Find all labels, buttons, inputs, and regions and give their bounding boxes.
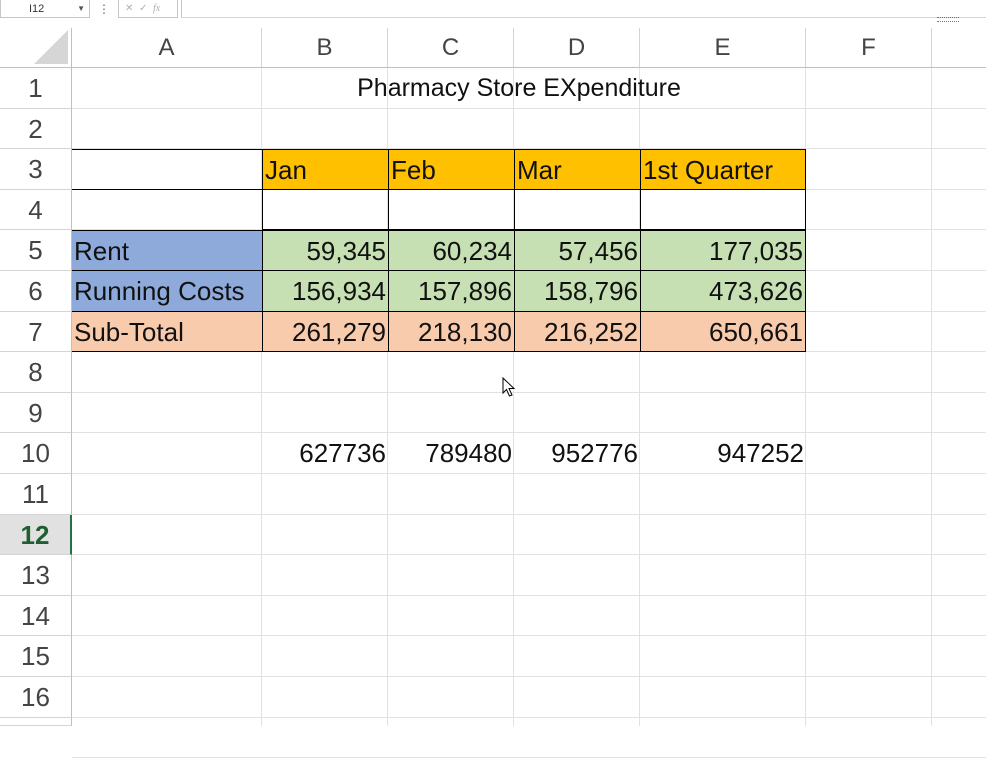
row-header-5[interactable]: 5 bbox=[0, 230, 72, 271]
empty-table-cell[interactable] bbox=[388, 190, 514, 230]
row-header-12[interactable]: 12 bbox=[0, 515, 72, 555]
fx-icon[interactable]: fx bbox=[153, 0, 160, 18]
row-label-cell[interactable]: Sub-Total bbox=[72, 312, 262, 352]
value-cell[interactable]: 177,035 bbox=[640, 230, 806, 271]
formula-bar-resize-handle[interactable] bbox=[937, 17, 959, 22]
column-header-partial[interactable] bbox=[932, 28, 986, 68]
row-label-cell[interactable]: Rent bbox=[72, 230, 262, 271]
name-box-value: I12 bbox=[29, 3, 45, 15]
month-header-cell[interactable]: Feb bbox=[388, 149, 514, 190]
row10-value-cell[interactable]: 789480 bbox=[388, 433, 514, 474]
gridline-horizontal bbox=[72, 554, 986, 555]
row-header-16[interactable]: 16 bbox=[0, 677, 72, 718]
value-cell[interactable]: 650,661 bbox=[640, 312, 806, 352]
row-header-13[interactable]: 13 bbox=[0, 555, 72, 596]
row-header-7[interactable]: 7 bbox=[0, 312, 72, 352]
select-all-corner[interactable] bbox=[0, 28, 72, 68]
row10-value-cell[interactable]: 627736 bbox=[262, 433, 388, 474]
row-header-3[interactable]: 3 bbox=[0, 149, 72, 190]
value-cell[interactable]: 157,896 bbox=[388, 271, 514, 312]
month-header-cell[interactable]: Jan bbox=[262, 149, 388, 190]
more-options-icon[interactable]: ⋮ bbox=[98, 0, 110, 18]
gridline-vertical bbox=[931, 68, 932, 726]
row-label-cell[interactable]: Running Costs bbox=[72, 271, 262, 312]
gridline-horizontal bbox=[72, 595, 986, 596]
check-icon[interactable]: ✓ bbox=[139, 0, 147, 18]
formula-bar: I12 ▼ ⋮ ✕ ✓ fx bbox=[0, 0, 986, 22]
value-cell[interactable]: 59,345 bbox=[262, 230, 388, 271]
row-header-8[interactable]: 8 bbox=[0, 352, 72, 393]
column-header-c[interactable]: C bbox=[388, 28, 514, 68]
empty-table-cell[interactable] bbox=[514, 190, 640, 230]
row-header-2[interactable]: 2 bbox=[0, 109, 72, 149]
row-header-partial[interactable] bbox=[0, 718, 72, 726]
empty-table-cell[interactable] bbox=[262, 190, 388, 230]
row-header-14[interactable]: 14 bbox=[0, 596, 72, 636]
gridline-horizontal bbox=[72, 676, 986, 677]
column-header-a[interactable]: A bbox=[72, 28, 262, 68]
column-header-d[interactable]: D bbox=[514, 28, 640, 68]
select-all-triangle-icon bbox=[34, 30, 68, 64]
gridline-horizontal bbox=[72, 514, 986, 515]
cell-a3[interactable] bbox=[72, 149, 262, 190]
name-box[interactable]: I12 ▼ bbox=[0, 0, 90, 18]
value-cell[interactable]: 216,252 bbox=[514, 312, 640, 352]
row-header-11[interactable]: 11 bbox=[0, 474, 72, 515]
row-header-4[interactable]: 4 bbox=[0, 190, 72, 230]
row-header-15[interactable]: 15 bbox=[0, 636, 72, 677]
month-header-cell[interactable]: Mar bbox=[514, 149, 640, 190]
value-cell[interactable]: 158,796 bbox=[514, 271, 640, 312]
mouse-cursor-icon bbox=[502, 377, 516, 397]
column-header-f[interactable]: F bbox=[806, 28, 932, 68]
value-cell[interactable]: 156,934 bbox=[262, 271, 388, 312]
gridline-horizontal bbox=[72, 635, 986, 636]
value-cell[interactable]: 57,456 bbox=[514, 230, 640, 271]
row-header-6[interactable]: 6 bbox=[0, 271, 72, 312]
value-cell[interactable]: 218,130 bbox=[388, 312, 514, 352]
column-header-b[interactable]: B bbox=[262, 28, 388, 68]
formula-input[interactable] bbox=[181, 0, 986, 18]
column-header-e[interactable]: E bbox=[640, 28, 806, 68]
cancel-icon[interactable]: ✕ bbox=[125, 0, 133, 18]
row10-value-cell[interactable]: 952776 bbox=[514, 433, 640, 474]
row10-value-cell[interactable]: 947252 bbox=[640, 433, 806, 474]
formula-buttons: ✕ ✓ fx bbox=[118, 0, 178, 18]
gridline-horizontal bbox=[72, 392, 986, 393]
value-cell[interactable]: 261,279 bbox=[262, 312, 388, 352]
row-header-10[interactable]: 10 bbox=[0, 433, 72, 474]
empty-table-cell[interactable] bbox=[640, 190, 806, 230]
month-header-cell[interactable]: 1st Quarter bbox=[640, 149, 806, 190]
chevron-down-icon[interactable]: ▼ bbox=[77, 0, 85, 18]
gridline-horizontal bbox=[72, 717, 986, 718]
row-header-9[interactable]: 9 bbox=[0, 393, 72, 433]
row-header-1[interactable]: 1 bbox=[0, 68, 72, 109]
value-cell[interactable]: 473,626 bbox=[640, 271, 806, 312]
sheet-title-cell[interactable]: Pharmacy Store EXpenditure bbox=[262, 68, 776, 109]
value-cell[interactable]: 60,234 bbox=[388, 230, 514, 271]
